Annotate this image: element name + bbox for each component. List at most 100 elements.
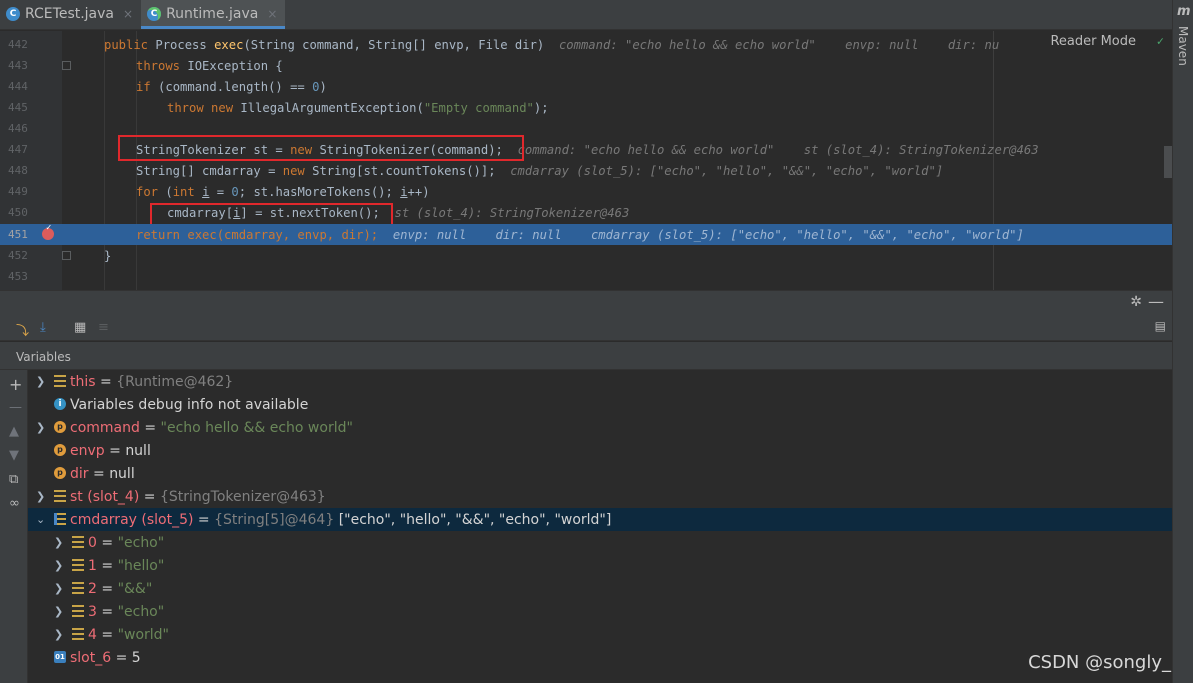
variables-header: Variables <box>0 342 1172 370</box>
debug-toolbar: ⤵ ⤓ ▦ ≡ ▤ <box>0 315 1172 341</box>
step-into-icon[interactable]: ⤵ <box>16 320 29 339</box>
breakpoint-icon[interactable] <box>42 223 54 240</box>
maven-letter[interactable]: m <box>1177 4 1191 19</box>
table-view-icon[interactable]: ▦ <box>74 320 86 335</box>
fold-icon[interactable] <box>62 61 71 70</box>
variables-tree[interactable]: ❯ this = {Runtime@462} i Variables debug… <box>28 370 1172 683</box>
chevron-right-icon[interactable]: ❯ <box>54 536 63 549</box>
field-icon <box>72 559 84 571</box>
inline-debug-value: command: "echo hello && echo world" envp… <box>544 37 1000 52</box>
reader-mode-button[interactable]: Reader Mode <box>1044 34 1142 49</box>
force-step-icon[interactable]: ⤓ <box>40 320 46 335</box>
move-down-icon[interactable]: ▼ <box>9 448 19 463</box>
variable-row-command[interactable]: ❯ p command = "echo hello && echo world" <box>28 416 1172 439</box>
tab-runtime[interactable]: C Runtime.java × <box>141 0 286 29</box>
equals-sign: = <box>104 442 126 459</box>
variable-value: "echo" <box>117 603 165 620</box>
array-element-row[interactable]: ❯ 0 = "echo" <box>28 531 1172 554</box>
equals-sign: = <box>88 465 110 482</box>
line-number: 450 <box>8 206 28 219</box>
code-token: Process <box>155 37 215 52</box>
array-element-row[interactable]: ❯ 4 = "world" <box>28 623 1172 646</box>
watches-icon[interactable]: ∞ <box>9 496 20 511</box>
chevron-right-icon[interactable]: ❯ <box>36 375 45 388</box>
variable-row-dir[interactable]: p dir = null <box>28 462 1172 485</box>
variable-name: 3 <box>88 603 97 620</box>
variable-value: {StringTokenizer@463} <box>159 488 326 505</box>
code-token: ( <box>165 184 173 199</box>
close-icon[interactable]: × <box>267 7 277 21</box>
variables-title: Variables <box>16 350 71 364</box>
code-line: 453 <box>0 266 1172 287</box>
array-element-row[interactable]: ❯ 3 = "echo" <box>28 600 1172 623</box>
debug-panel-header: ✲ — <box>0 290 1172 315</box>
variable-row-slot6[interactable]: 01 slot_6 = 5 <box>28 646 1172 669</box>
close-icon[interactable]: × <box>123 7 133 21</box>
remove-icon[interactable]: — <box>9 400 22 415</box>
chevron-down-icon[interactable]: ⌄ <box>36 513 45 526</box>
gear-icon[interactable]: ✲ <box>1130 294 1142 310</box>
variable-row-this[interactable]: ❯ this = {Runtime@462} <box>28 370 1172 393</box>
fold-icon[interactable] <box>62 251 71 260</box>
add-icon[interactable]: + <box>9 375 22 394</box>
variable-row-envp[interactable]: p envp = null <box>28 439 1172 462</box>
inline-debug-value: command: "echo hello && echo world" st (… <box>502 142 1039 157</box>
variable-name: 0 <box>88 534 97 551</box>
code-line: 444 if (command.length() == 0) <box>0 76 1172 97</box>
layout-icon[interactable]: ▤ <box>1155 319 1166 333</box>
code-text: throws IOException { <box>136 59 283 73</box>
field-icon <box>54 375 66 387</box>
keyword: public <box>104 37 156 52</box>
chevron-right-icon[interactable]: ❯ <box>36 490 45 503</box>
tab-rcetest[interactable]: C RCETest.java × <box>0 0 141 29</box>
line-number: 452 <box>8 249 28 262</box>
code-token: String[] cmdarray = <box>136 163 283 178</box>
equals-sign: = <box>139 419 161 436</box>
chevron-right-icon[interactable]: ❯ <box>54 628 63 641</box>
variable-value: null <box>109 465 135 482</box>
variable-value: {Runtime@462} <box>116 373 234 390</box>
keyword: throw new <box>167 100 241 115</box>
minimize-icon[interactable]: — <box>1148 292 1164 311</box>
array-element-row[interactable]: ❯ 2 = "&&" <box>28 577 1172 600</box>
maven-tool-button[interactable]: Maven <box>1176 26 1190 66</box>
editor-tab-bar: C RCETest.java × C Runtime.java × <box>0 0 1172 30</box>
keyword: if <box>136 79 159 94</box>
code-token: (String command, String[] envp, File dir… <box>243 37 545 52</box>
variable-name: cmdarray (slot_5) <box>70 511 194 528</box>
equals-sign: = <box>95 373 117 390</box>
variable-name: slot_6 <box>70 649 112 666</box>
equals-sign: = <box>96 626 118 643</box>
field-icon <box>72 628 84 640</box>
keyword: new <box>282 163 313 178</box>
code-token: ++) <box>407 184 430 199</box>
check-icon[interactable]: ✓ <box>1157 34 1164 48</box>
chevron-right-icon[interactable]: ❯ <box>36 421 45 434</box>
move-up-icon[interactable]: ▲ <box>9 424 19 439</box>
inline-debug-value: cmdarray (slot_5): ["echo", "hello", "&&… <box>495 163 944 178</box>
list-view-icon[interactable]: ≡ <box>98 320 109 335</box>
chevron-right-icon[interactable]: ❯ <box>54 559 63 572</box>
parameter-icon: p <box>54 421 66 433</box>
variable-row-st[interactable]: ❯ st (slot_4) = {StringTokenizer@463} <box>28 485 1172 508</box>
variable-name: 1 <box>88 557 97 574</box>
code-text: throw new IllegalArgumentException("Empt… <box>167 101 549 115</box>
variable-value: "echo" <box>117 534 165 551</box>
editor-scroll-marker[interactable] <box>1164 146 1172 178</box>
watermark: CSDN @songly_ <box>1028 652 1171 673</box>
variable-name: st (slot_4) <box>70 488 140 505</box>
variable-row-cmdarray[interactable]: ⌄ cmdarray (slot_5) = {String[5]@464} ["… <box>28 508 1172 531</box>
array-element-row[interactable]: ❯ 1 = "hello" <box>28 554 1172 577</box>
copy-icon[interactable]: ⧉ <box>9 472 18 487</box>
variable-value: "world" <box>117 626 169 643</box>
line-number: 443 <box>8 59 28 72</box>
code-editor[interactable]: 442 public Process exec(String command, … <box>0 31 1172 290</box>
chevron-right-icon[interactable]: ❯ <box>54 582 63 595</box>
chevron-right-icon[interactable]: ❯ <box>54 605 63 618</box>
keyword: int <box>172 184 203 199</box>
code-line: 443 throws IOException { <box>0 55 1172 76</box>
code-text: String[] cmdarray = new String[st.countT… <box>136 164 943 178</box>
array-icon <box>54 513 66 525</box>
right-tool-strip: m Maven <box>1172 0 1193 683</box>
number-literal: 0 <box>231 184 239 199</box>
